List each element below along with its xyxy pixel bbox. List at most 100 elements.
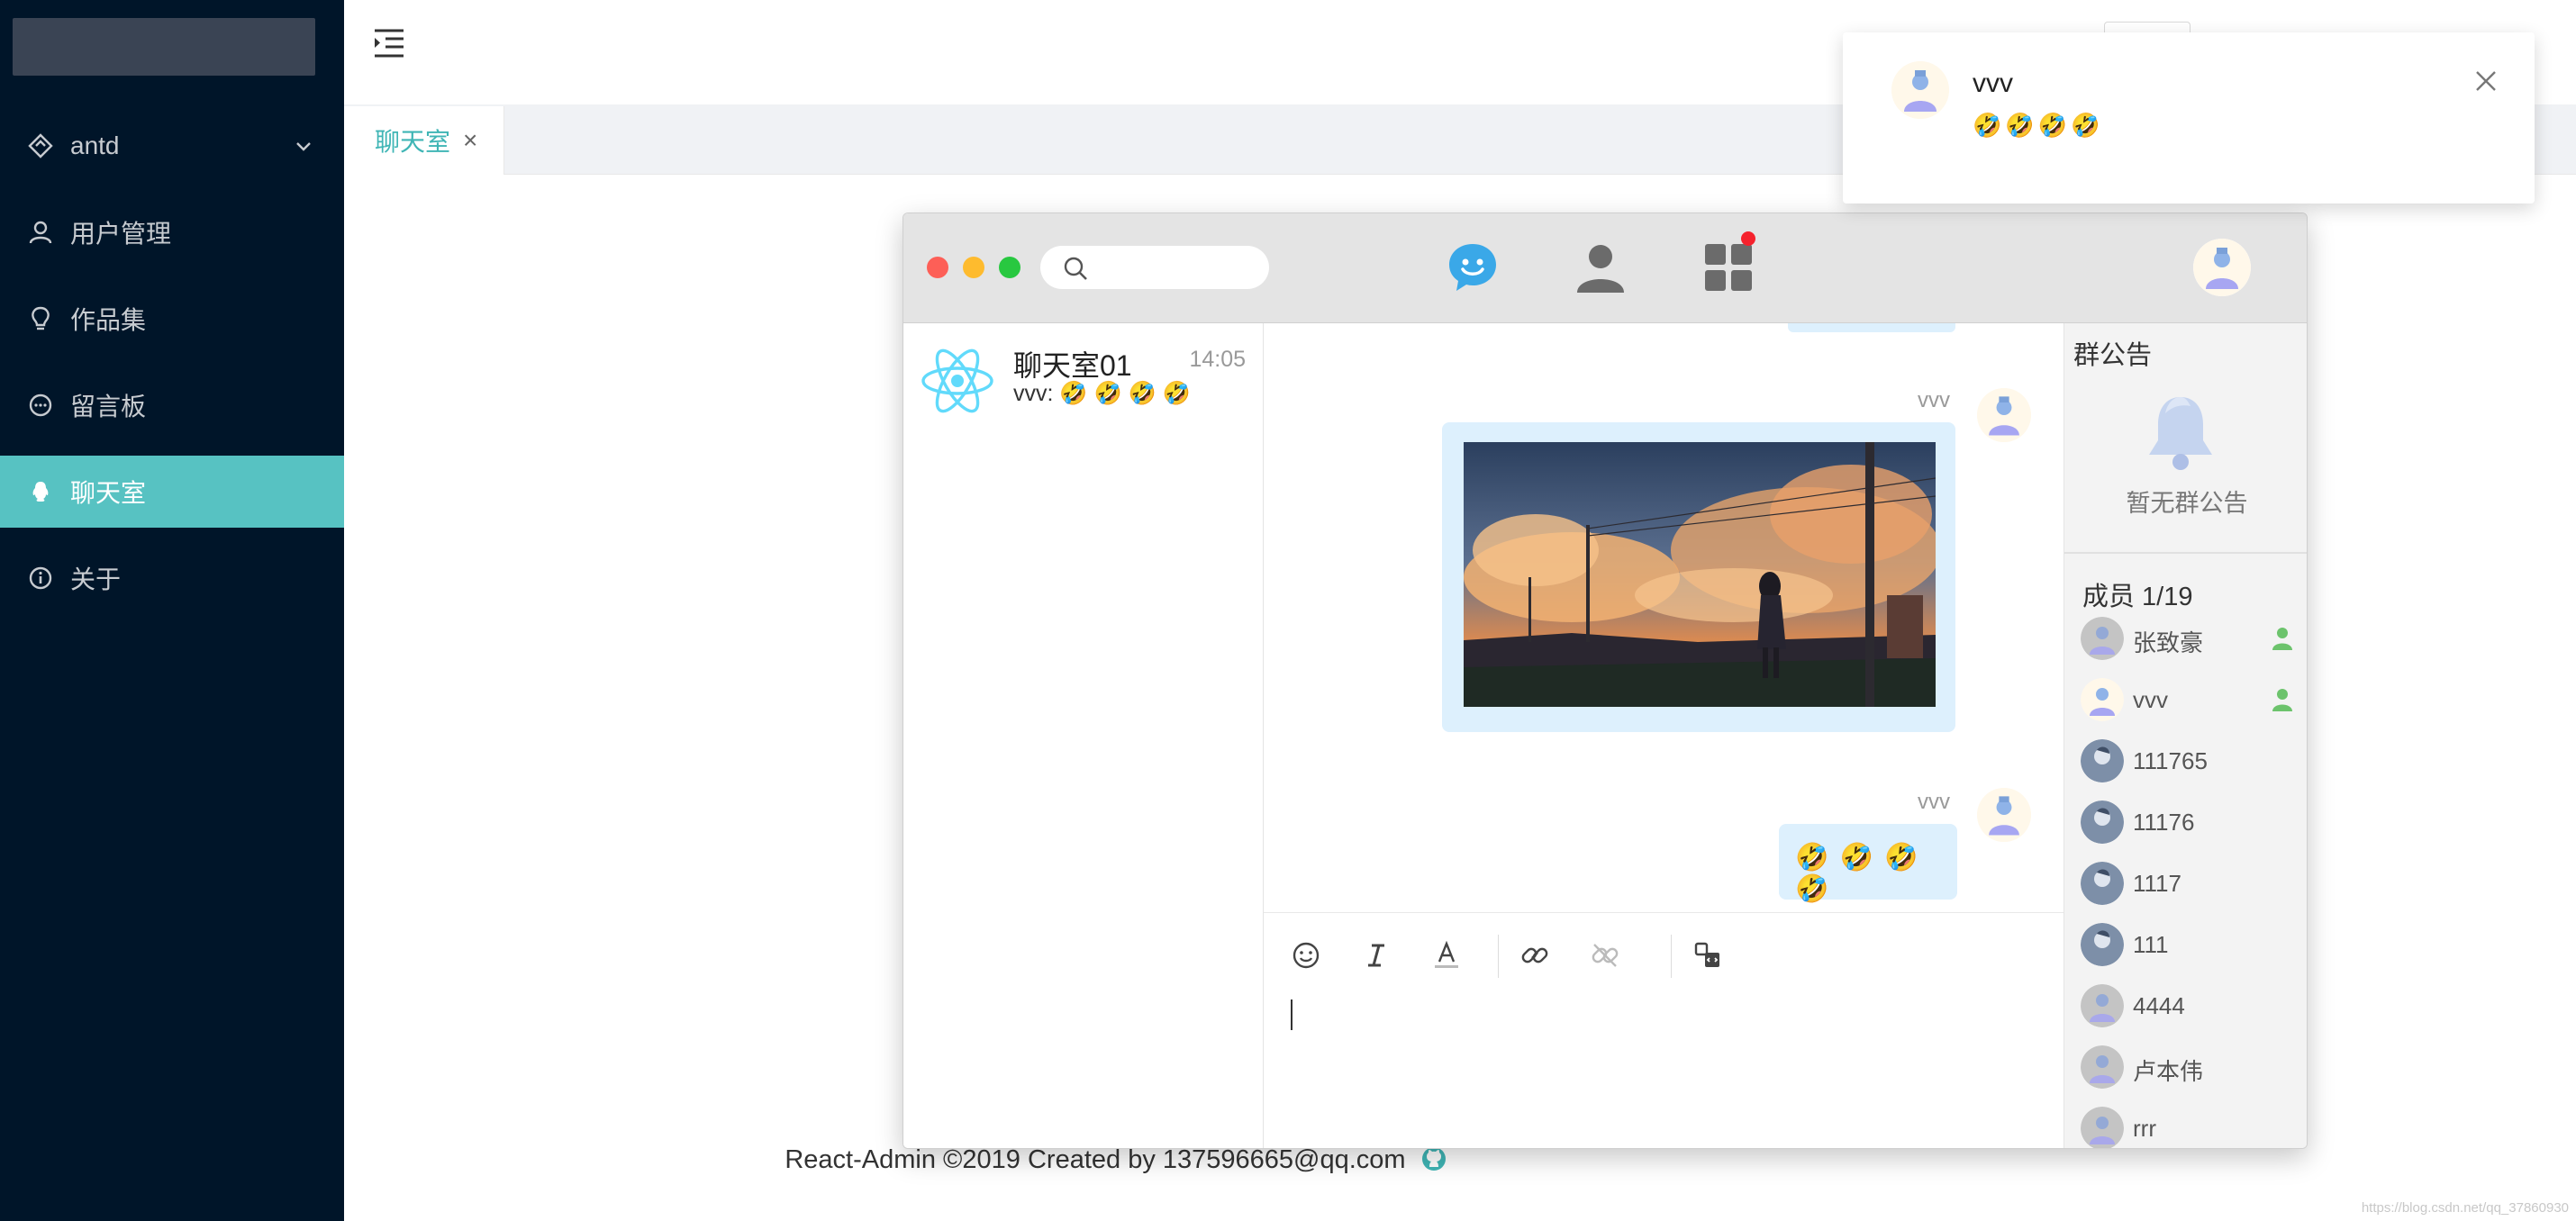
member-item[interactable]: 111 [2081,919,2306,970]
watermark: https://blog.csdn.net/qq_37860930 [2361,1200,2569,1216]
diamond-icon [28,133,53,158]
window-close-dot[interactable] [927,257,948,278]
avatar-icon [1891,61,1949,119]
sidebar-item-chatroom[interactable]: 聊天室 [0,456,344,528]
sidebar-item-label: 用户管理 [70,220,172,248]
react-logo-icon [921,348,993,413]
apps-grid-icon[interactable] [1700,239,1757,296]
chat-toolbar [903,213,2307,323]
current-user-avatar[interactable] [2193,239,2251,296]
message-icon [29,393,52,417]
member-item[interactable]: 111765 [2081,736,2306,786]
group-info-panel: 群公告 暂无群公告 成员 1/19 张致豪 vvv 111765 11176 1… [2064,323,2307,1148]
member-item[interactable]: vvv [2081,674,2306,725]
conversation-list: 聊天室01 14:05 vvv: 🤣 🤣 🤣 🤣 [903,323,1264,1148]
member-avatar [2081,739,2124,782]
member-name: 111 [2133,931,2169,958]
conversation-item[interactable]: 聊天室01 14:05 vvv: 🤣 🤣 🤣 🤣 [903,323,1264,435]
sidebar-item-about[interactable]: 关于 [0,542,344,614]
chat-window: 聊天室01 14:05 vvv: 🤣 🤣 🤣 🤣 vvv vvv 🤣 🤣 🤣 🤣… [903,213,2308,1149]
members-title: 成员 1/19 [2082,583,2193,611]
member-item[interactable]: 张致豪 [2081,613,2306,664]
chat-bubble-icon[interactable] [1444,239,1501,296]
sidebar-item-label: 聊天室 [70,479,147,507]
panel-divider [2064,552,2307,554]
message-image[interactable] [1464,442,1936,707]
avatar-icon [1977,788,2031,842]
toolbar-separator [1498,935,1499,978]
group-notice-title: 群公告 [2073,341,2153,370]
footer: React-Admin ©2019 Created by 137596665@q… [0,1145,2232,1175]
notification-body: 🤣🤣🤣🤣 [1973,112,2104,139]
member-name: 11176 [2133,809,2195,836]
sidebar-item-user-management[interactable]: 用户管理 [0,196,344,268]
sidebar-item-guestbook[interactable]: 留言板 [0,369,344,441]
member-avatar [2081,1107,2124,1148]
conversation-time: 14:05 [1189,347,1246,372]
member-item[interactable]: rrr [2081,1103,2306,1148]
code-block-icon[interactable] [1692,940,1723,971]
message-avatar[interactable] [1977,788,2031,842]
emoji-icon[interactable] [1291,940,1321,971]
font-color-icon[interactable] [1431,940,1462,971]
member-name: vvv [2133,686,2168,713]
text-input-caret[interactable] [1291,999,1293,1030]
tab-chatroom[interactable]: 聊天室 × [344,106,504,175]
member-name: 卢本伟 [2133,1058,2204,1085]
window-minimize-dot[interactable] [963,257,984,278]
member-avatar [2081,678,2124,721]
notification-title: vvv [1973,68,2013,98]
message-avatar[interactable] [1977,388,2031,442]
member-avatar [2081,617,2124,660]
contacts-user-icon[interactable] [1572,239,1629,296]
avatar-icon [2081,739,2124,782]
sidebar-item-portfolio[interactable]: 作品集 [0,283,344,355]
close-icon[interactable] [2473,68,2499,94]
group-notice-empty: 暂无群公告 [2126,490,2248,517]
member-item[interactable]: 1117 [2081,858,2306,909]
member-item[interactable]: 11176 [2081,797,2306,847]
avatar-icon [2081,923,2124,966]
member-item[interactable]: 卢本伟 [2081,1042,2306,1092]
info-icon [29,566,52,590]
member-item[interactable]: 4444 [2081,981,2306,1031]
member-name: 111765 [2133,747,2208,774]
member-avatar [2081,1045,2124,1089]
sidebar-item-label: 作品集 [70,306,147,334]
member-name: rrr [2133,1115,2156,1142]
message-area[interactable]: vvv vvv 🤣 🤣 🤣 🤣 [1264,323,2064,912]
italic-icon[interactable] [1361,940,1392,971]
avatar-icon [2081,862,2124,905]
github-icon[interactable] [1420,1145,1447,1172]
close-icon[interactable]: × [463,126,477,155]
sidebar-item-label: 关于 [70,565,122,593]
window-maximize-dot[interactable] [999,257,1020,278]
text-message-bubble[interactable]: 🤣 🤣 🤣 🤣 [1779,824,1957,904]
avatar-icon [2081,984,2124,1027]
avatar-icon [1977,388,2031,442]
qq-icon [32,482,49,502]
message-notification[interactable]: vvv 🤣🤣🤣🤣 [1843,32,2535,204]
image-message-bubble[interactable] [1442,422,1955,732]
avatar-icon [2081,678,2124,721]
sunset-scene-image [1464,442,1936,707]
sidebar: antd 用户管理 作品集 留言板 聊天室 关于 [0,0,344,1221]
avatar-icon [2193,239,2251,296]
user-icon [29,221,52,244]
unlink-icon[interactable] [1590,940,1620,971]
avatar-icon [2081,1045,2124,1089]
member-avatar [2081,862,2124,905]
sidebar-item-label: 留言板 [70,393,147,421]
link-icon[interactable] [1519,940,1550,971]
previous-message-bubble [1788,323,1955,332]
avatar-icon [2081,1107,2124,1148]
bell-icon [2149,397,2212,470]
sidebar-item-antd[interactable]: antd [0,110,344,182]
chat-search-input[interactable] [1040,246,1269,289]
menu-fold-icon[interactable] [371,27,407,59]
logo-placeholder [13,18,315,76]
member-name: 4444 [2133,992,2185,1019]
sidebar-menu: antd 用户管理 作品集 留言板 聊天室 关于 [0,110,344,629]
sidebar-item-label: antd [70,131,120,159]
footer-text: React-Admin ©2019 Created by 137596665@q… [785,1145,1406,1174]
